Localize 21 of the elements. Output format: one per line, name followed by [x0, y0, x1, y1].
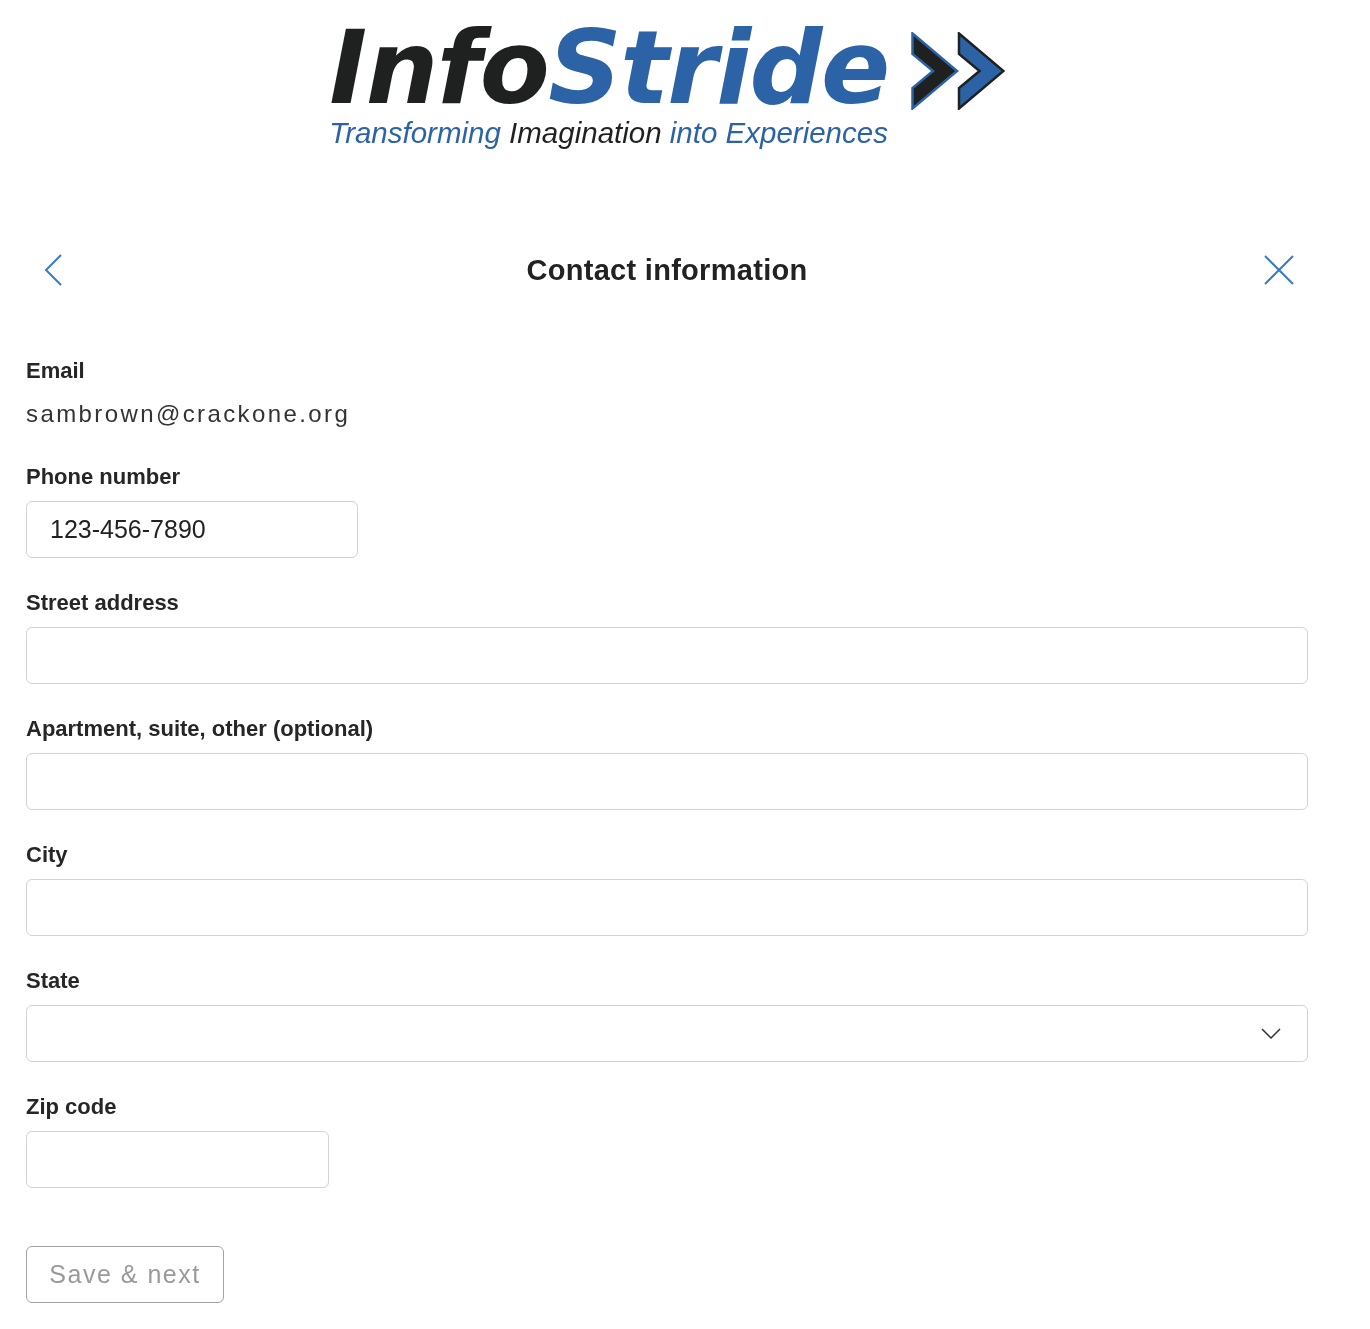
field-label: City — [26, 841, 68, 869]
input-field[interactable]: 123-456-7890 — [26, 501, 358, 558]
chevron-down-icon — [1261, 1028, 1281, 1039]
page-title: Contact information — [526, 253, 808, 288]
select-field[interactable] — [26, 1005, 1308, 1062]
input-field[interactable] — [26, 879, 1308, 936]
email-value: sambrown@crackone.org — [26, 399, 351, 429]
double-chevron-icon — [910, 32, 1005, 110]
field-label: Apartment, suite, other (optional) — [26, 715, 374, 743]
chevron-left-icon — [44, 254, 62, 286]
input-field[interactable] — [26, 1131, 329, 1188]
field-label: Email — [26, 357, 85, 385]
field-label: Street address — [26, 589, 179, 617]
input-field[interactable] — [26, 627, 1308, 684]
close-icon — [1264, 255, 1294, 285]
field-label: Phone number — [26, 463, 180, 491]
logo-wordmark: InfoStride — [329, 22, 889, 114]
field-label: State — [26, 967, 80, 995]
logo-tagline: Transforming Imagination into Experiences — [329, 116, 888, 150]
field-label: Zip code — [26, 1093, 117, 1121]
input-field[interactable] — [26, 753, 1308, 810]
